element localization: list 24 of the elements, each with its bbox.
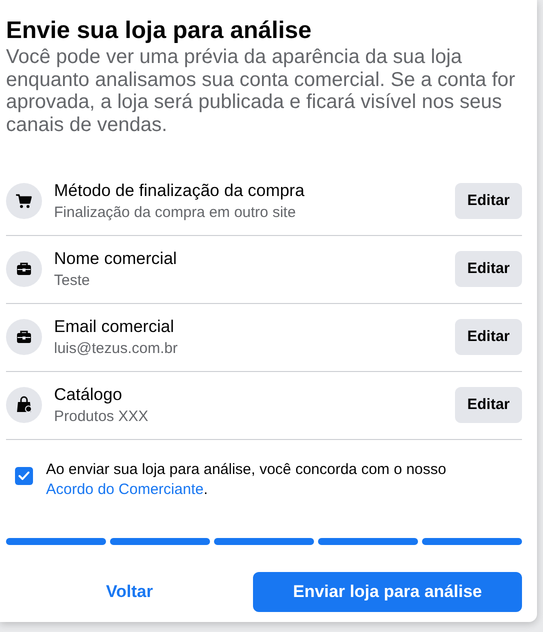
item-label: Catálogo — [54, 384, 124, 404]
back-button[interactable]: Voltar — [6, 572, 253, 612]
item-value: Produtos XXX — [54, 408, 150, 424]
cart-icon — [15, 192, 33, 210]
edit-button[interactable]: Editar — [455, 182, 522, 218]
item-value: luis@tezus.com.br — [54, 340, 179, 356]
edit-button[interactable]: Editar — [455, 318, 522, 354]
checkbox[interactable] — [15, 467, 33, 485]
item-label: Nome comercial — [54, 248, 178, 268]
submit-button[interactable]: Enviar loja para análise — [253, 572, 522, 612]
briefcase-icon — [15, 260, 33, 278]
item-label: Email comercial — [54, 316, 175, 336]
checkmark-icon — [18, 471, 30, 481]
agreement-text: Ao enviar sua loja para análise, você concorda com o nosso Acordo do Comerciante. — [46, 460, 448, 499]
edit-button[interactable]: Editar — [455, 250, 522, 286]
edit-button[interactable]: Editar — [455, 386, 522, 422]
dialog-title: Envie sua loja para análise — [6, 16, 312, 46]
item-value: Finalização da compra em outro site — [54, 204, 297, 220]
agreement-link[interactable]: Acordo do Comerciante — [46, 480, 204, 498]
briefcase-icon — [15, 328, 33, 346]
dialog-description: Você pode ver uma prévia da aparência da sua loja enquanto analisamos sua conta comercial. Se a conta for aprovada, a loja será publicada e ficará visível nos seus canais de vendas. — [6, 46, 516, 136]
item-value: Teste — [54, 272, 91, 288]
item-label: Método de finalização da compra — [54, 180, 306, 200]
shopping-bag-icon — [15, 396, 33, 414]
